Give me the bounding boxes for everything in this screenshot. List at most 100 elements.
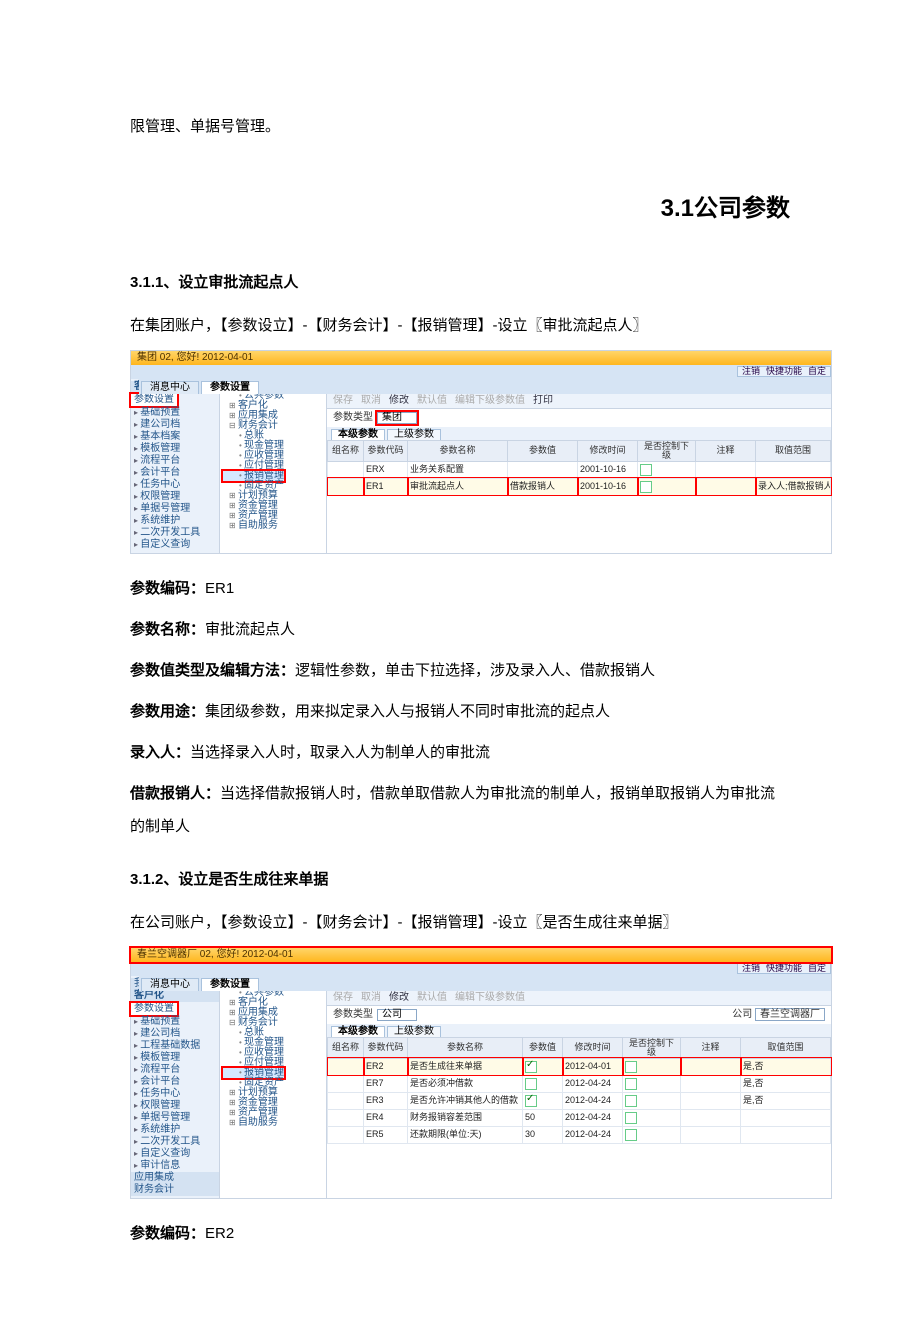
- col-note[interactable]: 注释: [681, 1037, 741, 1058]
- sidebar-item[interactable]: 二次开发工具: [131, 1136, 219, 1148]
- col-ctl[interactable]: 是否控制下级: [638, 440, 696, 461]
- cell-chk[interactable]: [623, 1075, 681, 1092]
- tab-msg[interactable]: 消息中心: [141, 381, 199, 394]
- tb-editlower[interactable]: 编辑下级参数值: [455, 396, 525, 406]
- sidebar-item[interactable]: 模板管理: [131, 443, 219, 455]
- sidebar-item[interactable]: 会计平台: [131, 1076, 219, 1088]
- col-group[interactable]: 组名称: [328, 440, 364, 461]
- sidebar-item[interactable]: 基础预置: [131, 1016, 219, 1028]
- sidebar-item[interactable]: 权限管理: [131, 491, 219, 503]
- cell-chk[interactable]: [623, 1092, 681, 1109]
- table-row-highlight[interactable]: ER1 审批流起点人 借款报销人 2001-10-16 录入人;借款报销人: [328, 478, 831, 495]
- tree-node-fin[interactable]: 财务会计: [223, 421, 323, 431]
- company-select[interactable]: 春兰空调器厂: [755, 1008, 825, 1021]
- tb-save[interactable]: 保存: [333, 396, 353, 406]
- sidebar-item[interactable]: 单据号管理: [131, 503, 219, 515]
- col-date[interactable]: 修改时间: [563, 1037, 623, 1058]
- col-date[interactable]: 修改时间: [578, 440, 638, 461]
- tb-default[interactable]: 默认值: [417, 993, 447, 1003]
- sidebar-item[interactable]: 会计平台: [131, 467, 219, 479]
- subtab-upper[interactable]: 上级参数: [387, 1026, 441, 1037]
- sidebar-item[interactable]: 任务中心: [131, 479, 219, 491]
- logout[interactable]: 注销: [742, 964, 760, 973]
- subtab-upper[interactable]: 上级参数: [387, 429, 441, 440]
- col-code[interactable]: 参数代码: [364, 440, 408, 461]
- sidebar-footer[interactable]: 财务会计: [131, 1184, 219, 1196]
- top-buttons[interactable]: 注销 快捷功能 自定: [737, 963, 831, 974]
- subtab-this[interactable]: 本级参数: [331, 1026, 385, 1037]
- col-note[interactable]: 注释: [696, 440, 756, 461]
- screenshot-1: 集团 02, 您好! 2012-04-01 注销 快捷功能 自定 客户化 参数设…: [130, 350, 832, 554]
- tb-edit[interactable]: 修改: [389, 993, 409, 1003]
- custom[interactable]: 自定: [808, 367, 826, 376]
- sidebar-footer[interactable]: 应用集成: [131, 1172, 219, 1184]
- sidebar-item[interactable]: 系统维护: [131, 1124, 219, 1136]
- sidebar-item[interactable]: 自定义查询: [131, 539, 219, 551]
- sidebar-item[interactable]: 权限管理: [131, 1100, 219, 1112]
- tree-node[interactable]: 自助服务: [223, 521, 323, 531]
- table-row[interactable]: ER7 是否必须冲借款 2012-04-24 是,否: [328, 1075, 831, 1092]
- cell-chk[interactable]: [623, 1058, 681, 1075]
- sidebar-item[interactable]: 任务中心: [131, 1088, 219, 1100]
- sidebar-item[interactable]: 基础预置: [131, 407, 219, 419]
- quick[interactable]: 快捷功能: [766, 367, 802, 376]
- col-code[interactable]: 参数代码: [364, 1037, 408, 1058]
- sidebar-item[interactable]: 自定义查询: [131, 1148, 219, 1160]
- cell-chk[interactable]: [623, 1109, 681, 1126]
- cell-chk[interactable]: [523, 1075, 563, 1092]
- quick[interactable]: 快捷功能: [766, 964, 802, 973]
- sidebar-item[interactable]: 建公司档: [131, 419, 219, 431]
- param-type-select[interactable]: 公司: [377, 1009, 417, 1021]
- cell: 是,否: [741, 1075, 831, 1092]
- table-row[interactable]: ERX 业务关系配置 2001-10-16: [328, 461, 831, 478]
- col-name[interactable]: 参数名称: [408, 1037, 523, 1058]
- sidebar-item[interactable]: 工程基础数据: [131, 1040, 219, 1052]
- col-range[interactable]: 取值范围: [756, 440, 831, 461]
- sidebar-item[interactable]: 流程平台: [131, 455, 219, 467]
- tree-node[interactable]: 自助服务: [223, 1118, 323, 1128]
- tb-cancel[interactable]: 取消: [361, 396, 381, 406]
- tb-default[interactable]: 默认值: [417, 396, 447, 406]
- tb-print[interactable]: 打印: [533, 396, 553, 406]
- sidebar-item[interactable]: 基本档案: [131, 431, 219, 443]
- tab-params[interactable]: 参数设置: [201, 978, 259, 991]
- tab-msg[interactable]: 消息中心: [141, 978, 199, 991]
- sidebar-item[interactable]: 模板管理: [131, 1052, 219, 1064]
- sidebar-item[interactable]: 二次开发工具: [131, 527, 219, 539]
- table-row-highlight[interactable]: ER2 是否生成往来单据 2012-04-01 是,否: [328, 1058, 831, 1075]
- cell-chk[interactable]: [523, 1058, 563, 1075]
- custom[interactable]: 自定: [808, 964, 826, 973]
- sidebar-item-params[interactable]: 参数设置: [131, 394, 177, 406]
- sidebar-item-params[interactable]: 参数设置: [131, 1003, 177, 1015]
- cell: 2012-04-24: [563, 1092, 623, 1109]
- tree-node-fin[interactable]: 财务会计: [223, 1018, 323, 1028]
- sidebar-item[interactable]: 系统维护: [131, 515, 219, 527]
- tb-save[interactable]: 保存: [333, 993, 353, 1003]
- table-row[interactable]: ER4 财务报销容差范围 50 2012-04-24: [328, 1109, 831, 1126]
- param-type-select[interactable]: 集团: [377, 412, 417, 424]
- tab-params[interactable]: 参数设置: [201, 381, 259, 394]
- cell-chk[interactable]: [623, 1126, 681, 1143]
- sidebar-item[interactable]: 审计信息: [131, 1160, 219, 1172]
- sidebar-item[interactable]: 流程平台: [131, 1064, 219, 1076]
- top-buttons[interactable]: 注销 快捷功能 自定: [737, 366, 831, 377]
- col-val[interactable]: 参数值: [508, 440, 578, 461]
- sidebar-item[interactable]: 建公司档: [131, 1028, 219, 1040]
- col-name[interactable]: 参数名称: [408, 440, 508, 461]
- cell: ER3: [364, 1092, 408, 1109]
- col-val[interactable]: 参数值: [523, 1037, 563, 1058]
- sidebar-item[interactable]: 单据号管理: [131, 1112, 219, 1124]
- table-row[interactable]: ER5 还款期限(单位:天) 30 2012-04-24: [328, 1126, 831, 1143]
- col-range[interactable]: 取值范围: [741, 1037, 831, 1058]
- cell-chk[interactable]: [638, 461, 696, 478]
- tb-cancel[interactable]: 取消: [361, 993, 381, 1003]
- tb-edit[interactable]: 修改: [389, 396, 409, 406]
- table-row[interactable]: ER3 是否允许冲销其他人的借款 2012-04-24 是,否: [328, 1092, 831, 1109]
- tb-editlower[interactable]: 编辑下级参数值: [455, 993, 525, 1003]
- cell-chk[interactable]: [638, 478, 696, 495]
- col-ctl[interactable]: 是否控制下级: [623, 1037, 681, 1058]
- subtab-this[interactable]: 本级参数: [331, 429, 385, 440]
- cell-chk[interactable]: [523, 1092, 563, 1109]
- logout[interactable]: 注销: [742, 367, 760, 376]
- col-group[interactable]: 组名称: [328, 1037, 364, 1058]
